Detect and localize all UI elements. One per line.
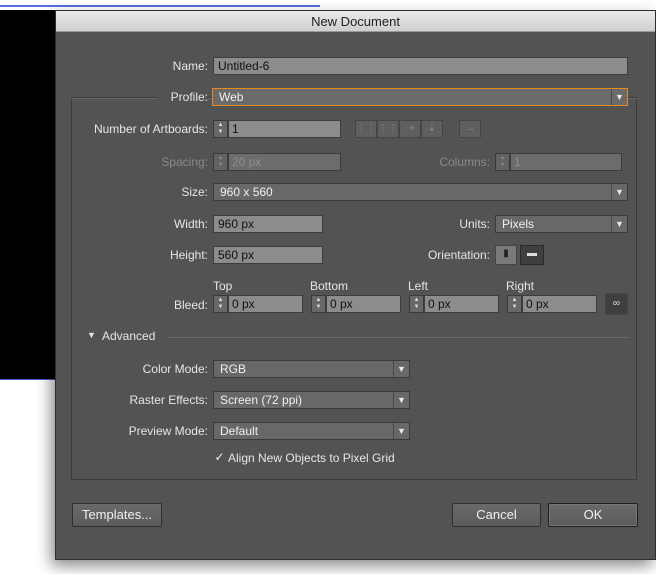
dialog-title: New Document bbox=[56, 11, 655, 32]
raster-effects-select[interactable]: Screen (72 ppi) ▼ bbox=[213, 391, 410, 409]
artboards-spinner-arrows-icon[interactable]: ▲ ▼ bbox=[213, 120, 228, 138]
chevron-down-icon: ▼ bbox=[393, 392, 409, 408]
columns-spinner-arrows-icon[interactable]: ▲ ▼ bbox=[495, 153, 510, 171]
cancel-button[interactable]: Cancel bbox=[452, 503, 541, 527]
landscape-orientation-icon[interactable]: ▬ bbox=[520, 245, 544, 265]
raster-effects-value: Screen (72 ppi) bbox=[220, 393, 303, 407]
bleed-bottom-input[interactable]: 0 px bbox=[326, 295, 401, 313]
background-canvas bbox=[0, 10, 62, 380]
bleed-left-input[interactable]: 0 px bbox=[424, 295, 499, 313]
preview-mode-value: Default bbox=[220, 424, 259, 438]
columns-input[interactable]: 1 bbox=[510, 153, 622, 171]
height-input[interactable]: 560 px bbox=[213, 246, 323, 264]
raster-effects-label: Raster Effects: bbox=[129, 393, 208, 407]
right-to-left-icon[interactable]: → bbox=[459, 120, 481, 138]
chevron-down-icon: ▼ bbox=[611, 89, 627, 105]
ok-button[interactable]: OK bbox=[548, 503, 638, 527]
size-label: Size: bbox=[181, 185, 208, 199]
disclosure-triangle-icon[interactable]: ▼ bbox=[87, 330, 96, 340]
artboards-label: Number of Artboards: bbox=[93, 122, 208, 136]
chevron-down-icon: ▼ bbox=[393, 423, 409, 439]
units-select[interactable]: Pixels ▼ bbox=[495, 215, 628, 233]
width-input[interactable]: 960 px bbox=[213, 215, 323, 233]
width-label: Width: bbox=[173, 217, 208, 231]
link-chain-icon[interactable]: ∞ bbox=[605, 293, 628, 315]
bleed-top-spinner-arrows-icon[interactable]: ▲ ▼ bbox=[213, 295, 228, 313]
align-pixel-grid-checkbox[interactable]: Align New Objects to Pixel Grid bbox=[228, 451, 395, 465]
arrange-by-column-icon[interactable]: ⇣ bbox=[421, 120, 443, 138]
grid-by-column-icon[interactable]: ⋮⋮ bbox=[377, 120, 399, 138]
spacing-input[interactable]: 20 px bbox=[228, 153, 341, 171]
bleed-top-label: Top bbox=[213, 279, 233, 293]
advanced-toggle[interactable]: Advanced bbox=[102, 329, 155, 343]
bleed-right-label: Right bbox=[506, 279, 535, 293]
chevron-down-icon: ▼ bbox=[611, 216, 627, 232]
bleed-right-spinner-arrows-icon[interactable]: ▲ ▼ bbox=[507, 295, 522, 313]
size-select[interactable]: 960 x 560 ▼ bbox=[213, 183, 628, 201]
units-label: Units: bbox=[459, 217, 490, 231]
bleed-right-input[interactable]: 0 px bbox=[522, 295, 597, 313]
spacing-label: Spacing: bbox=[161, 155, 208, 169]
color-mode-label: Color Mode: bbox=[142, 362, 208, 376]
profile-label: Profile: bbox=[156, 88, 208, 106]
bleed-bottom-label: Bottom bbox=[310, 279, 349, 293]
size-value: 960 x 560 bbox=[220, 185, 273, 199]
units-value: Pixels bbox=[502, 217, 535, 231]
chevron-down-icon: ▼ bbox=[393, 361, 409, 377]
columns-label: Columns: bbox=[439, 155, 490, 169]
name-input[interactable]: Untitled-6 bbox=[213, 57, 628, 75]
new-document-dialog: New Document Name: Untitled-6 Profile: W… bbox=[55, 10, 656, 560]
background-window-edge bbox=[0, 5, 320, 7]
color-mode-select[interactable]: RGB ▼ bbox=[213, 360, 410, 378]
orientation-label: Orientation: bbox=[427, 248, 490, 262]
preview-mode-select[interactable]: Default ▼ bbox=[213, 422, 410, 440]
name-label: Name: bbox=[172, 59, 208, 73]
bleed-bottom-spinner-arrows-icon[interactable]: ▲ ▼ bbox=[311, 295, 326, 313]
grid-by-row-icon[interactable]: ⋮⋮ bbox=[355, 120, 377, 138]
arrange-by-row-icon[interactable]: ⇢ bbox=[399, 120, 421, 138]
checkmark-icon[interactable]: ✓ bbox=[213, 451, 226, 464]
bleed-label: Bleed: bbox=[173, 298, 208, 312]
portrait-orientation-icon[interactable]: ▮ bbox=[495, 245, 517, 265]
color-mode-value: RGB bbox=[220, 362, 247, 376]
bleed-top-input[interactable]: 0 px bbox=[228, 295, 303, 313]
chevron-down-icon: ▼ bbox=[611, 184, 627, 200]
bleed-left-spinner-arrows-icon[interactable]: ▲ ▼ bbox=[409, 295, 424, 313]
profile-value: Web bbox=[219, 90, 244, 104]
artboards-input[interactable]: 1 bbox=[228, 120, 341, 138]
advanced-divider bbox=[169, 337, 629, 338]
bleed-left-label: Left bbox=[408, 279, 429, 293]
spacing-spinner-arrows-icon[interactable]: ▲ ▼ bbox=[213, 153, 228, 171]
preview-mode-label: Preview Mode: bbox=[128, 424, 208, 438]
height-label: Height: bbox=[169, 248, 208, 262]
profile-select[interactable]: Web ▼ bbox=[212, 88, 628, 106]
templates-button[interactable]: Templates... bbox=[72, 503, 162, 527]
